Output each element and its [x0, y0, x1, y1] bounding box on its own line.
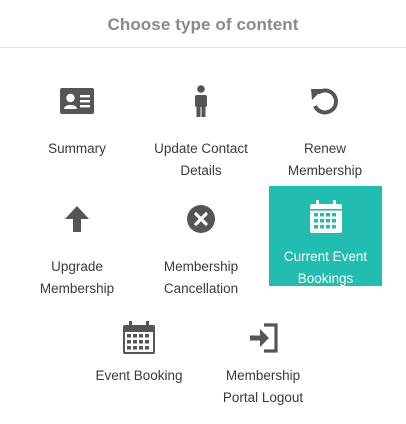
tile-renew-membership[interactable]: Renew Membership: [269, 70, 381, 188]
cancel-icon: [184, 202, 218, 236]
tile-label: Membership Portal Logout: [222, 368, 304, 405]
tile-membership-portal-logout[interactable]: Membership Portal Logout: [207, 306, 319, 424]
dialog-title: Choose type of content: [107, 15, 299, 34]
tile-summary[interactable]: Summary: [21, 70, 133, 188]
tile-label: Membership Cancellation: [163, 259, 239, 296]
tile-membership-cancellation[interactable]: Membership Cancellation: [145, 188, 257, 306]
id-card-icon: [60, 84, 94, 118]
tile-update-contact-details[interactable]: Update Contact Details: [145, 70, 257, 188]
tile-current-event-bookings[interactable]: Current Event Bookings: [269, 186, 382, 286]
tile-label: Update Contact Details: [154, 141, 248, 178]
person-icon: [184, 84, 218, 118]
tile-label: Summary: [48, 141, 106, 156]
logout-icon: [246, 321, 280, 355]
tile-event-booking[interactable]: Event Booking: [83, 306, 195, 424]
arrow-up-icon: [60, 202, 94, 236]
tile-upgrade-membership[interactable]: Upgrade Membership: [21, 188, 133, 306]
tile-label: Event Booking: [95, 368, 183, 383]
tile-label: Renew Membership: [287, 141, 363, 178]
tile-label: Current Event Bookings: [283, 249, 368, 286]
calendar-icon: [122, 321, 156, 355]
dialog-header: Choose type of content: [0, 0, 406, 48]
calendar-icon: [309, 200, 343, 234]
renew-icon: [308, 84, 342, 118]
tile-label: Upgrade Membership: [39, 259, 115, 296]
